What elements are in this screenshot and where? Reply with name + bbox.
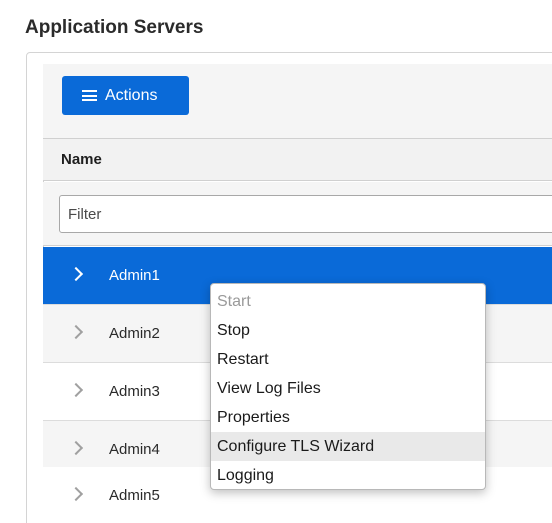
menu-item-configure-tls-wizard[interactable]: Configure TLS Wizard xyxy=(211,432,485,461)
row-label: Admin5 xyxy=(109,487,160,504)
menu-item-properties[interactable]: Properties xyxy=(211,403,485,432)
context-menu: Start Stop Restart View Log Files Proper… xyxy=(210,283,486,490)
hamburger-menu-icon xyxy=(82,90,97,101)
menu-item-restart[interactable]: Restart xyxy=(211,345,485,374)
menu-item-view-log-files[interactable]: View Log Files xyxy=(211,374,485,403)
menu-item-start: Start xyxy=(217,293,251,310)
application-servers-page: Application Servers Actions Name Admin1 … xyxy=(0,0,552,523)
column-header-name[interactable]: Name xyxy=(61,151,102,168)
chevron-right-icon[interactable] xyxy=(68,266,84,282)
chevron-right-icon[interactable] xyxy=(68,440,84,456)
row-label: Admin1 xyxy=(109,267,160,284)
actions-button-label: Actions xyxy=(105,86,158,104)
column-header-row xyxy=(43,139,552,181)
row-label: Admin2 xyxy=(109,325,160,342)
row-label: Admin4 xyxy=(109,441,160,458)
filter-input[interactable] xyxy=(59,195,552,233)
actions-button[interactable]: Actions xyxy=(62,76,189,115)
menu-item-logging[interactable]: Logging xyxy=(211,461,485,490)
chevron-right-icon[interactable] xyxy=(68,382,84,398)
chevron-right-icon[interactable] xyxy=(68,324,84,340)
page-title: Application Servers xyxy=(25,17,204,38)
row-label: Admin3 xyxy=(109,383,160,400)
chevron-right-icon[interactable] xyxy=(68,486,84,502)
menu-item-stop[interactable]: Stop xyxy=(211,316,485,345)
